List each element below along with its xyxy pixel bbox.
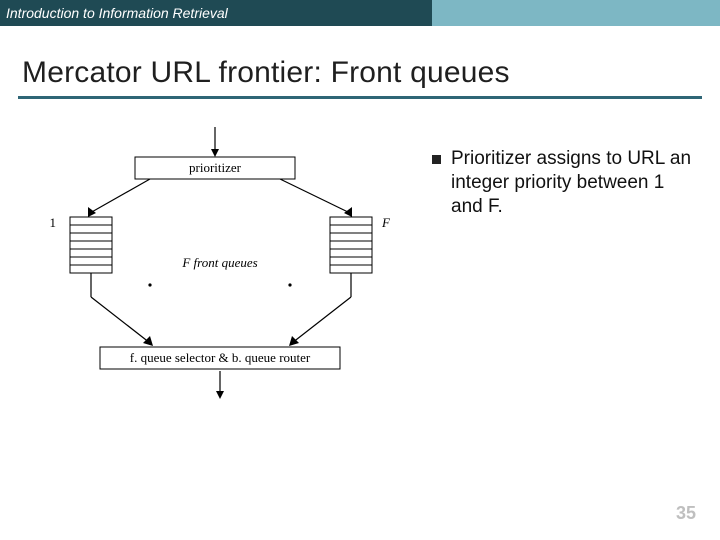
- queue-F: [330, 217, 372, 273]
- course-title: Introduction to Information Retrieval: [0, 5, 228, 21]
- page-number: 35: [676, 503, 696, 524]
- bullet-text: Prioritizer assigns to URL an integer pr…: [451, 147, 692, 218]
- mid-label: F front queues: [181, 255, 257, 270]
- prioritizer-label: prioritizer: [189, 160, 242, 175]
- bullet-square-icon: [432, 155, 441, 164]
- frontier-diagram: .lbl { font: 13px "Times New Roman", ser…: [30, 127, 410, 407]
- header-bar: Introduction to Information Retrieval: [0, 0, 720, 26]
- slide-title: Mercator URL frontier: Front queues: [22, 56, 720, 90]
- bullet-item: Prioritizer assigns to URL an integer pr…: [432, 147, 692, 218]
- bullet-list: Prioritizer assigns to URL an integer pr…: [432, 147, 692, 218]
- queue-F-label: F: [381, 215, 391, 230]
- title-rule: [18, 96, 702, 99]
- queue-1-label: 1: [50, 215, 57, 230]
- router-label: f. queue selector & b. queue router: [130, 350, 311, 365]
- queue-1: [70, 217, 112, 273]
